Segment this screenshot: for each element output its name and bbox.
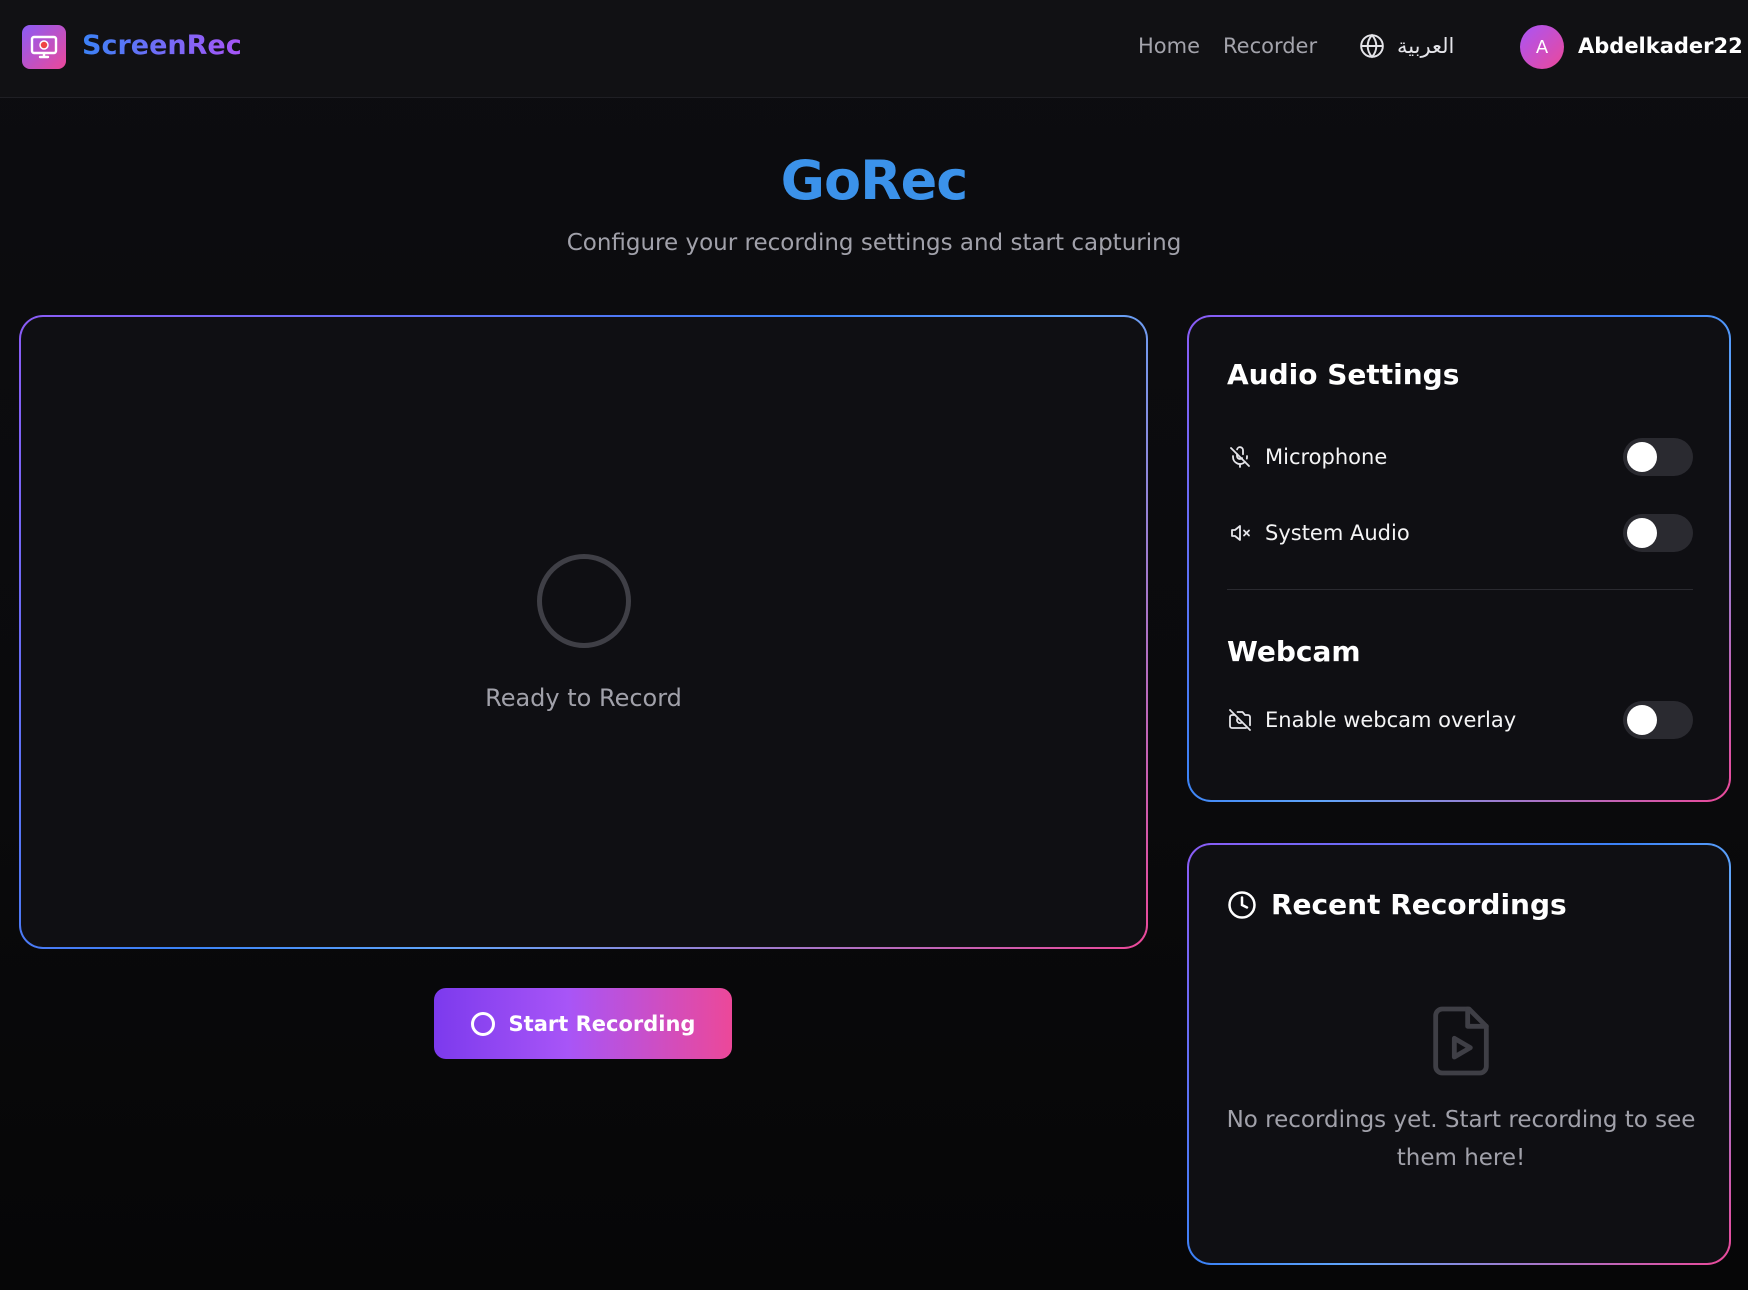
microphone-row: Microphone — [1227, 437, 1693, 477]
nav-home-link[interactable]: Home — [1138, 32, 1200, 60]
settings-divider — [1227, 589, 1693, 590]
microphone-toggle[interactable] — [1623, 438, 1693, 476]
webcam-toggle[interactable] — [1623, 701, 1693, 739]
mic-off-icon — [1227, 444, 1253, 470]
microphone-label: Microphone — [1265, 445, 1388, 469]
toggle-knob — [1627, 705, 1657, 735]
ready-status: Ready to Record — [485, 684, 682, 712]
nav-recorder-link[interactable]: Recorder — [1223, 32, 1317, 60]
start-recording-label: Start Recording — [508, 1011, 696, 1036]
system-audio-toggle[interactable] — [1623, 514, 1693, 552]
recent-recordings-header: Recent Recordings — [1227, 887, 1567, 923]
record-circle-icon — [470, 1011, 495, 1036]
username[interactable]: Abdelkader22 — [1578, 32, 1743, 60]
user-avatar[interactable]: A — [1520, 25, 1564, 69]
audio-settings-heading: Audio Settings — [1227, 358, 1460, 391]
ready-ring-icon — [537, 554, 631, 648]
language-switcher[interactable]: العربية — [1359, 30, 1454, 62]
toggle-knob — [1627, 442, 1657, 472]
recording-preview-panel: Ready to Record — [19, 315, 1148, 949]
start-recording-button[interactable]: Start Recording — [434, 988, 732, 1059]
app-logo[interactable] — [22, 25, 66, 69]
recent-recordings-title: Recent Recordings — [1271, 888, 1567, 921]
video-file-icon — [1433, 1006, 1489, 1076]
page-subtitle: Configure your recording settings and st… — [566, 230, 1182, 256]
clock-icon — [1228, 891, 1256, 919]
camera-off-icon — [1227, 707, 1253, 733]
settings-panel: Audio Settings Microphone System Audio W… — [1187, 315, 1731, 802]
webcam-label: Enable webcam overlay — [1265, 708, 1517, 732]
system-audio-row: System Audio — [1227, 513, 1693, 553]
avatar-initial: A — [1535, 36, 1549, 58]
webcam-row: Enable webcam overlay — [1227, 700, 1693, 740]
toggle-knob — [1627, 518, 1657, 548]
system-audio-label: System Audio — [1265, 521, 1410, 545]
language-label: العربية — [1397, 34, 1455, 58]
empty-recordings-message: No recordings yet. Start recording to se… — [1226, 1107, 1696, 1171]
webcam-heading: Webcam — [1227, 635, 1361, 668]
top-nav-bar: ScreenRec Home Recorder العربية A Abdelk… — [0, 0, 1748, 98]
globe-icon — [1360, 33, 1384, 59]
brand-name[interactable]: ScreenRec — [82, 28, 242, 64]
page-title: GoRec — [780, 149, 969, 212]
recent-recordings-panel: Recent Recordings No recordings yet. Sta… — [1187, 843, 1731, 1265]
monitor-icon — [30, 35, 58, 59]
speaker-muted-icon — [1227, 520, 1253, 546]
